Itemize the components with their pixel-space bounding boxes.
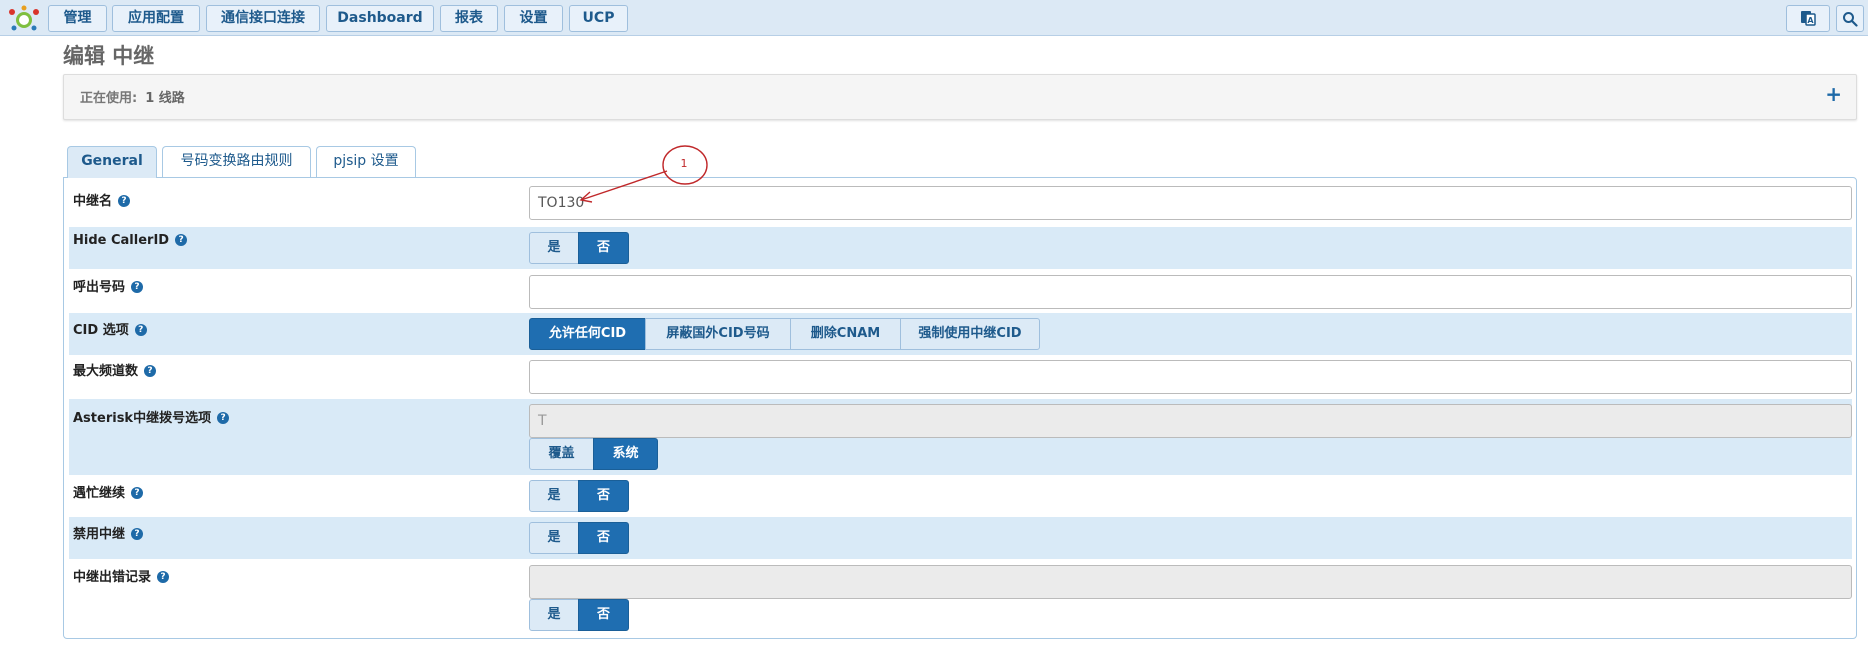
search-icon [1843,12,1858,27]
translate-icon: A [1801,11,1816,26]
hide-callerid-yes[interactable]: 是 [529,232,579,264]
monitor-failures-input[interactable] [529,565,1852,599]
nav-reports[interactable]: 报表 [440,5,498,32]
translate-button[interactable]: A [1786,5,1830,32]
disable-trunk-label: 禁用中继? [73,523,144,542]
help-icon[interactable]: ? [131,527,144,540]
row-dial-options: Asterisk中继拨号选项? T 覆盖 系统 [69,399,1852,475]
row-hide-callerid: Hide CallerID? 是 否 [69,227,1852,269]
help-icon[interactable]: ? [131,486,144,499]
monitor-failures-no[interactable]: 否 [578,599,629,631]
help-icon[interactable]: ? [144,364,157,377]
trunk-name-input[interactable]: TO130 [529,186,1852,220]
monitor-failures-toggle: 是 否 [529,599,629,631]
nav-applications[interactable]: 应用配置 [112,5,200,32]
row-disable-trunk: 禁用中继? 是 否 [69,517,1852,559]
disable-trunk-no[interactable]: 否 [578,522,629,554]
nav-settings[interactable]: 设置 [504,5,563,32]
tab-dialpatterns[interactable]: 号码变换路由规则 [162,146,311,177]
help-icon[interactable]: ? [118,194,131,207]
cid-option-force-trunk[interactable]: 强制使用中继CID [900,318,1040,350]
in-use-label: 正在使用: [80,91,138,106]
help-icon[interactable]: ? [175,233,188,246]
monitor-failures-label: 中继出错记录? [73,566,170,585]
dial-options-input[interactable]: T [529,404,1852,438]
trunk-general-form: 中继名? TO130 Hide CallerID? 是 否 呼出号码? CID … [63,177,1857,639]
hide-callerid-label: Hide CallerID? [73,233,188,248]
hide-callerid-no[interactable]: 否 [578,232,629,264]
annotation-label: 1 [681,157,688,170]
disable-trunk-toggle: 是 否 [529,522,629,554]
continue-busy-yes[interactable]: 是 [529,480,579,512]
continue-busy-label: 遇忙继续? [73,482,144,501]
logo-icon[interactable] [6,4,42,32]
row-monitor-failures: 中继出错记录? 是 否 [69,559,1852,637]
outbound-cid-label: 呼出号码? [73,276,144,295]
max-channels-label: 最大频道数? [73,360,157,379]
cid-options-group: 允许任何CID 屏蔽国外CID号码 删除CNAM 强制使用中继CID [529,318,1040,350]
cid-option-block-foreign[interactable]: 屏蔽国外CID号码 [645,318,791,350]
cid-option-remove-cnam[interactable]: 删除CNAM [790,318,901,350]
row-trunk-name: 中继名? TO130 [69,178,1852,225]
nav-ucp[interactable]: UCP [569,5,628,32]
dial-options-toggle: 覆盖 系统 [529,438,658,470]
expand-plus-icon[interactable]: + [1825,82,1842,106]
dial-options-system[interactable]: 系统 [593,438,658,470]
search-button[interactable] [1836,5,1864,32]
help-icon[interactable]: ? [217,411,230,424]
disable-trunk-yes[interactable]: 是 [529,522,579,554]
cid-option-allow-any[interactable]: 允许任何CID [529,318,646,350]
nav-admin[interactable]: 管理 [48,5,107,32]
help-icon[interactable]: ? [157,570,170,583]
outbound-cid-input[interactable] [529,275,1852,309]
row-continue-busy: 遇忙继续? 是 否 [69,475,1852,517]
row-outbound-cid: 呼出号码? [69,269,1852,313]
row-cid-options: CID 选项? 允许任何CID 屏蔽国外CID号码 删除CNAM 强制使用中继C… [69,313,1852,355]
in-use-text: 正在使用: 1 线路 [80,87,185,106]
nav-connectivity[interactable]: 通信接口连接 [206,5,320,32]
in-use-panel[interactable]: 正在使用: 1 线路 + [63,74,1857,120]
help-icon[interactable]: ? [134,323,147,336]
monitor-failures-yes[interactable]: 是 [529,599,579,631]
help-icon[interactable]: ? [131,280,144,293]
dial-options-override[interactable]: 覆盖 [529,438,594,470]
row-max-channels: 最大频道数? [69,355,1852,399]
max-channels-input[interactable] [529,360,1852,394]
hide-callerid-toggle: 是 否 [529,232,629,264]
page-title: 编辑 中继 [63,44,155,68]
tab-general[interactable]: General [67,146,157,178]
trunk-name-label: 中继名? [73,190,131,209]
in-use-value: 1 线路 [145,91,185,106]
top-navbar: 管理 应用配置 通信接口连接 Dashboard 报表 设置 UCP A [0,0,1868,36]
tab-pjsip-settings[interactable]: pjsip 设置 [316,146,416,177]
continue-busy-no[interactable]: 否 [578,480,629,512]
dial-options-label: Asterisk中继拨号选项? [73,407,230,426]
cid-options-label: CID 选项? [73,319,147,338]
continue-busy-toggle: 是 否 [529,480,629,512]
svg-text:A: A [1807,16,1814,25]
nav-dashboard[interactable]: Dashboard [326,5,434,32]
